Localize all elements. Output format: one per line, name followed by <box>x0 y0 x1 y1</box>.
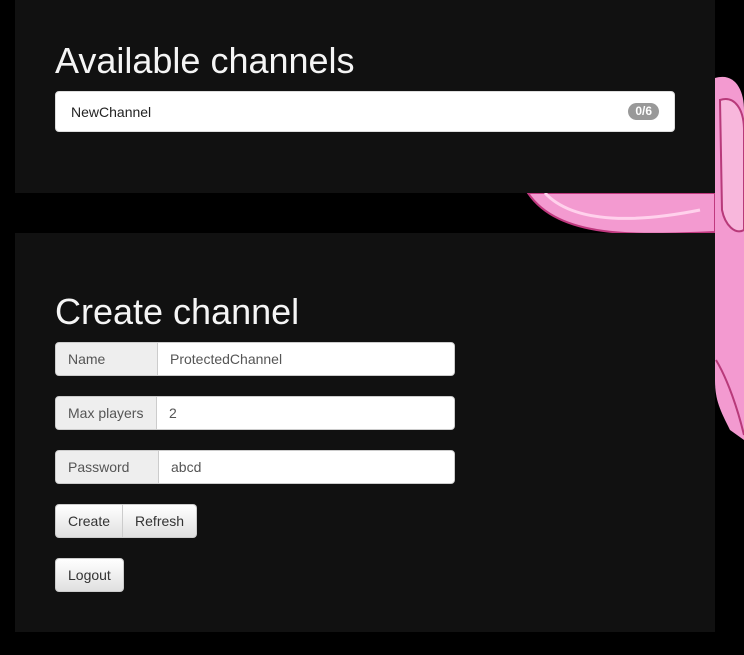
password-label: Password <box>56 451 159 483</box>
password-input-group: Password <box>55 450 455 484</box>
logout-button[interactable]: Logout <box>55 558 124 592</box>
max-players-input-group: Max players <box>55 396 455 430</box>
create-channel-title: Create channel <box>55 291 300 332</box>
refresh-button[interactable]: Refresh <box>123 504 198 538</box>
name-input-group: Name <box>55 342 455 376</box>
create-refresh-button-group: Create Refresh <box>55 504 198 538</box>
channel-name: NewChannel <box>71 104 152 120</box>
name-field[interactable] <box>158 343 454 375</box>
available-channels-panel: Available channels NewChannel 0/6 <box>15 0 715 193</box>
name-label: Name <box>56 343 158 375</box>
create-channel-panel: Create channel Name Max players Password… <box>15 233 715 632</box>
max-players-label: Max players <box>56 397 157 429</box>
password-field[interactable] <box>159 451 454 483</box>
available-channels-title: Available channels <box>55 40 355 81</box>
channel-list-item[interactable]: NewChannel 0/6 <box>55 91 675 132</box>
player-count-badge: 0/6 <box>628 103 659 120</box>
create-button[interactable]: Create <box>55 504 124 538</box>
max-players-field[interactable] <box>157 397 454 429</box>
